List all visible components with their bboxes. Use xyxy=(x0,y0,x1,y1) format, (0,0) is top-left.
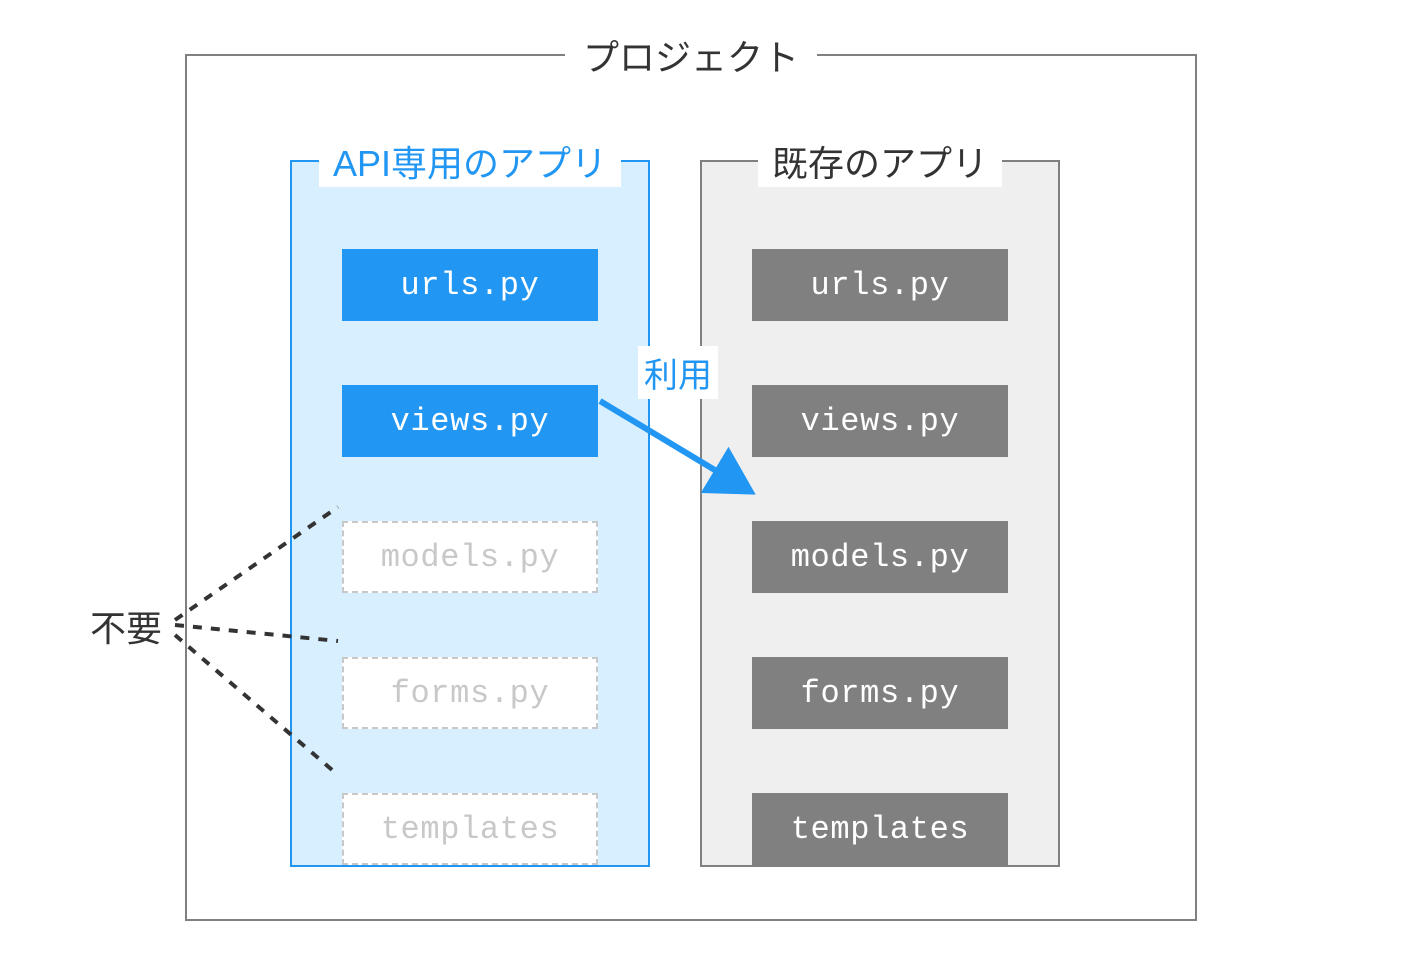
api-app-title: API専用のアプリ xyxy=(319,135,621,187)
project-title: プロジェクト xyxy=(565,29,817,81)
existing-app-title: 既存のアプリ xyxy=(758,135,1002,187)
existing-urls-file: urls.py xyxy=(752,249,1008,321)
api-urls-file: urls.py xyxy=(342,249,598,321)
api-forms-file: forms.py xyxy=(342,657,598,729)
api-templates-file: templates xyxy=(342,793,598,865)
api-app-container: API専用のアプリ urls.py views.py models.py for… xyxy=(290,135,650,867)
existing-views-file: views.py xyxy=(752,385,1008,457)
unused-label: 不要 xyxy=(90,600,162,652)
existing-forms-file: forms.py xyxy=(752,657,1008,729)
api-views-file: views.py xyxy=(342,385,598,457)
usage-label: 利用 xyxy=(638,346,718,399)
existing-templates-file: templates xyxy=(752,793,1008,865)
existing-models-file: models.py xyxy=(752,521,1008,593)
existing-app-container: 既存のアプリ urls.py views.py models.py forms.… xyxy=(700,135,1060,867)
api-models-file: models.py xyxy=(342,521,598,593)
